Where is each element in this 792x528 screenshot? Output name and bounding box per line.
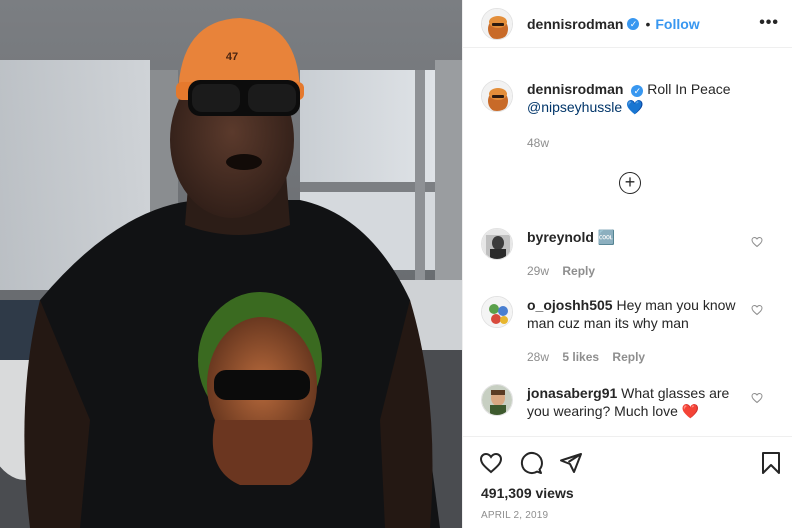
reply-button[interactable]: Reply (562, 264, 595, 278)
avatar[interactable] (481, 7, 513, 40)
caption-mention-link[interactable]: @nipseyhussle (527, 99, 622, 115)
separator-dot: • (645, 15, 651, 32)
comment-username[interactable]: jonasaberg91 (527, 385, 617, 401)
blue-heart-emoji: 💙 (626, 99, 644, 115)
comment-meta: 28w 5 likes Reply (527, 348, 755, 366)
verified-badge-icon: ✓ (631, 85, 644, 97)
comment-body: byreynold 🆒 29w Reply (527, 228, 755, 280)
avatar-image (482, 385, 512, 415)
comment-meta: 29w Reply (527, 262, 755, 280)
post-date[interactable]: APRIL 2, 2019 (481, 510, 548, 521)
commenter-avatar[interactable] (481, 384, 513, 416)
reply-button[interactable]: Reply (612, 350, 645, 364)
caption-text: Roll In Peace (647, 81, 731, 97)
caption-avatar[interactable] (481, 80, 513, 112)
avatar-image (482, 297, 512, 327)
comment-item: byreynold 🆒 29w Reply (481, 228, 781, 280)
comment-likes-count[interactable]: 5 likes (562, 350, 599, 364)
commenter-avatar[interactable] (481, 228, 513, 260)
comment-timestamp[interactable]: 29w (527, 264, 549, 278)
comment-text: 🆒 (597, 229, 616, 245)
add-circle-icon[interactable]: + (619, 172, 641, 194)
avatar-image (482, 8, 512, 39)
author-username[interactable]: dennisrodman (527, 16, 623, 32)
heart-icon[interactable] (751, 304, 763, 316)
post-caption: dennisrodman ✓ Roll In Peace @nipseyhuss… (481, 80, 781, 152)
caption-username[interactable]: dennisrodman (527, 81, 623, 97)
comment-username[interactable]: o_ojoshh505 (527, 297, 613, 313)
bookmark-icon[interactable] (759, 451, 783, 475)
follow-button[interactable]: Follow (655, 16, 699, 32)
heart-icon[interactable] (479, 451, 503, 475)
svg-text:47: 47 (226, 51, 238, 63)
comment-icon[interactable] (519, 451, 543, 475)
post-header: dennisrodman ✓ • Follow ••• (463, 0, 792, 48)
avatar-image (482, 229, 512, 259)
avatar-image (482, 81, 512, 111)
comment-body: o_ojoshh505 Hey man you know man cuz man… (527, 296, 755, 366)
red-heart-emoji: ❤️ (681, 403, 700, 419)
comment-item: jonasaberg91 What glasses are you wearin… (481, 384, 781, 420)
view-count[interactable]: 491,309 views (481, 485, 574, 501)
commenter-avatar[interactable] (481, 296, 513, 328)
heart-icon[interactable] (751, 392, 763, 404)
more-options-icon[interactable]: ••• (759, 14, 779, 32)
heart-icon[interactable] (751, 236, 763, 248)
post-video[interactable]: 47 (0, 0, 462, 528)
share-icon[interactable] (559, 451, 583, 475)
video-frame: 47 (0, 0, 462, 528)
comment-username[interactable]: byreynold (527, 229, 594, 245)
caption-text-block: dennisrodman ✓ Roll In Peace @nipseyhuss… (527, 80, 731, 152)
caption-timestamp[interactable]: 48w (527, 134, 731, 152)
comment-timestamp[interactable]: 28w (527, 350, 549, 364)
post-actions: 491,309 views APRIL 2, 2019 (463, 436, 792, 528)
post-sidebar: dennisrodman ✓ • Follow ••• dennisrodman… (462, 0, 792, 528)
verified-badge-icon: ✓ (627, 17, 640, 30)
comment-item: o_ojoshh505 Hey man you know man cuz man… (481, 296, 781, 366)
comment-body: jonasaberg91 What glasses are you wearin… (527, 384, 755, 420)
